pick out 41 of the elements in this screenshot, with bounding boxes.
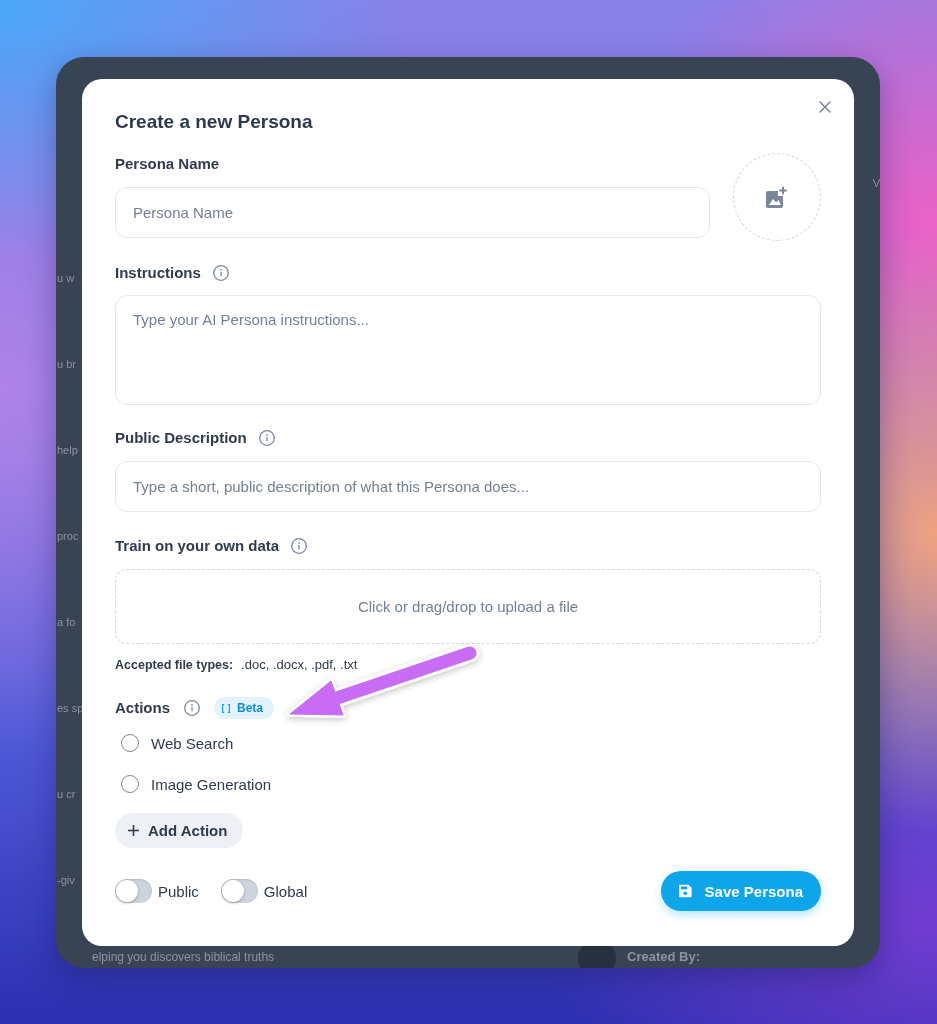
save-icon bbox=[679, 884, 692, 898]
save-button[interactable]: Save Persona bbox=[661, 871, 821, 911]
background-text: V bbox=[872, 176, 880, 191]
field-label: Actions bbox=[115, 699, 170, 717]
close-icon bbox=[819, 101, 831, 113]
avatar-icon bbox=[578, 946, 616, 968]
instructions-field[interactable]: Type your AI Persona instructions... bbox=[115, 295, 821, 405]
background-text: Created By: bbox=[627, 949, 700, 965]
field-label: Persona Name bbox=[115, 155, 220, 173]
info-icon bbox=[212, 265, 229, 281]
info-icon bbox=[258, 430, 275, 446]
add-action-button[interactable]: Add Action bbox=[115, 813, 244, 848]
dialog-title: Create a new Persona bbox=[115, 110, 313, 134]
image-plus-icon bbox=[766, 186, 788, 208]
background-text: a fo bbox=[57, 615, 76, 630]
background-text: u w bbox=[57, 271, 75, 286]
plus-icon bbox=[128, 825, 139, 836]
option-label: Image Generation bbox=[151, 775, 272, 793]
toggle-label: Global bbox=[263, 882, 308, 900]
brackets-icon bbox=[222, 703, 230, 713]
field-label: Train on your own data bbox=[115, 537, 280, 555]
background-text: proc bbox=[57, 529, 79, 544]
accepted-types-label: Accepted file types: bbox=[115, 657, 234, 673]
toggle-switch[interactable] bbox=[115, 879, 152, 903]
background-text: u br bbox=[57, 357, 76, 372]
field-label: Instructions bbox=[115, 264, 201, 282]
field-label: Public Description bbox=[115, 429, 247, 447]
tag-text: Beta bbox=[237, 701, 264, 715]
toggle-label: Public bbox=[158, 882, 199, 900]
background-text: elping you discovers biblical truths bbox=[91, 949, 275, 965]
background-text: u cr bbox=[57, 787, 76, 802]
info-icon bbox=[291, 538, 308, 554]
accepted-types-text: .doc, .docx, .pdf, .txt bbox=[241, 657, 358, 673]
option-label: Web Search bbox=[151, 734, 234, 752]
background-text: help bbox=[57, 443, 78, 458]
background-text: -giv bbox=[57, 873, 75, 888]
info-icon bbox=[184, 700, 200, 716]
toggle-switch[interactable] bbox=[220, 879, 258, 903]
file-dropzone[interactable]: Click or drag/drop to upload a file bbox=[115, 569, 821, 644]
persona-name-field[interactable]: Persona Name bbox=[115, 187, 710, 238]
description-field[interactable]: Type a short, public description of what this Persona does... bbox=[115, 461, 821, 512]
